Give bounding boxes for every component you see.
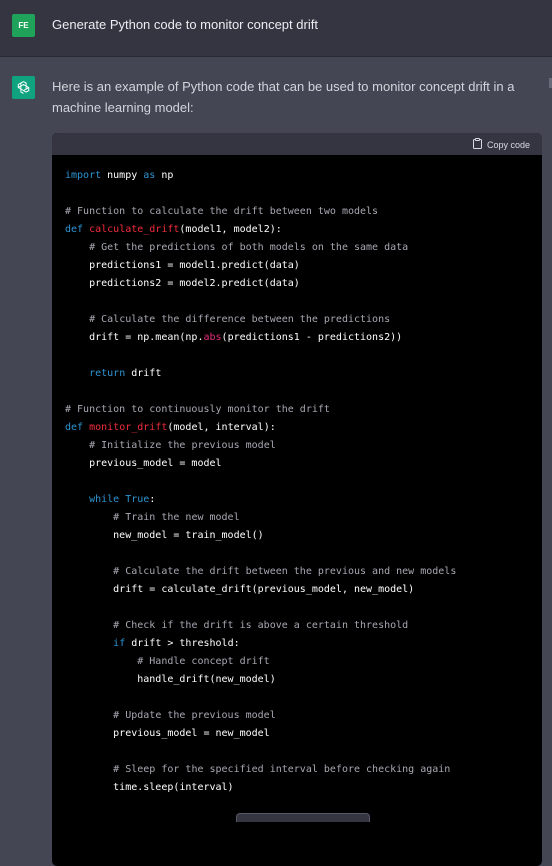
code-token: while — [89, 494, 120, 505]
code-token: drift = np.mean(np. — [65, 332, 204, 343]
code-line: # Check if the drift is above a certain … — [65, 617, 542, 635]
code-token: if — [113, 638, 126, 649]
code-token: def — [65, 422, 84, 433]
code-token: # Function to calculate the drift betwee… — [65, 206, 379, 217]
code-token: # Update the previous model — [113, 710, 276, 721]
code-line: # Calculate the difference between the p… — [65, 311, 542, 329]
code-token: # Handle concept drift — [137, 656, 270, 667]
code-line: handle_drift(new_model) — [65, 671, 542, 689]
code-token: drift = calculate_drift(previous_model, … — [65, 584, 415, 595]
code-line: time.sleep(interval) — [65, 779, 542, 797]
code-token: numpy — [101, 170, 144, 181]
code-token: monitor_drift — [89, 422, 168, 433]
code-line: # Handle concept drift — [65, 653, 542, 671]
openai-logo-icon — [12, 76, 35, 99]
code-line: import numpy as np — [65, 167, 542, 185]
code-token: predictions2 = model2.predict(data) — [65, 278, 300, 289]
assistant-intro-text: Here is an example of Python code that c… — [52, 79, 515, 115]
code-token: # Sleep for the specified interval befor… — [113, 764, 451, 775]
code-token: previous_model = new_model — [65, 728, 270, 739]
assistant-message-row: Here is an example of Python code that c… — [0, 57, 552, 866]
copy-code-button[interactable]: Copy code — [472, 138, 530, 151]
user-message-row: FE Generate Python code to monitor conce… — [0, 0, 552, 57]
code-token: previous_model = model — [65, 458, 222, 469]
code-token: drift — [125, 368, 162, 379]
code-line: # Get the predictions of both models on … — [65, 239, 542, 257]
code-token: as — [143, 170, 156, 181]
code-line: if drift > threshold: — [65, 635, 542, 653]
code-token: (predictions1 - predictions2)) — [221, 332, 403, 343]
code-token: calculate_drift — [89, 224, 180, 235]
code-token: # Calculate the drift between the previo… — [113, 566, 457, 577]
code-token: # Initialize the previous model — [89, 440, 276, 451]
code-line: predictions1 = model1.predict(data) — [65, 257, 542, 275]
code-line: # Train the new model — [65, 509, 542, 527]
code-token: predictions1 = model1.predict(data) — [65, 260, 300, 271]
code-token: : — [149, 494, 156, 505]
code-token: handle_drift(new_model) — [65, 674, 276, 685]
code-line: drift = calculate_drift(previous_model, … — [65, 581, 542, 599]
code-line: # Update the previous model — [65, 707, 542, 725]
code-block: Copy code import numpy as np # Function t… — [52, 133, 542, 866]
code-token: # Train the new model — [113, 512, 240, 523]
regenerate-button-stub[interactable] — [236, 813, 370, 822]
code-token: return — [89, 368, 126, 379]
code-token: True — [125, 494, 150, 505]
code-token: abs — [203, 332, 222, 343]
code-token: time.sleep(interval) — [65, 782, 234, 793]
code-line: predictions2 = model2.predict(data) — [65, 275, 542, 293]
code-line: new_model = train_model() — [65, 527, 542, 545]
code-line: previous_model = new_model — [65, 725, 542, 743]
code-token: np — [155, 170, 174, 181]
code-token: # Function to continuously monitor the d… — [65, 404, 330, 415]
code-content: import numpy as np # Function to calculat… — [52, 155, 542, 797]
code-token: # Check if the drift is above a certain … — [113, 620, 409, 631]
clipboard-icon — [472, 138, 482, 151]
code-token: # Calculate the difference between the p… — [89, 314, 391, 325]
code-token: import — [65, 170, 102, 181]
code-line: # Initialize the previous model — [65, 437, 542, 455]
code-line: # Function to calculate the drift betwee… — [65, 203, 542, 221]
code-token: # Get the predictions of both models on … — [89, 242, 409, 253]
code-token: (model, interval): — [167, 422, 276, 433]
code-line: while True: — [65, 491, 542, 509]
code-line: # Calculate the drift between the previo… — [65, 563, 542, 581]
code-line: previous_model = model — [65, 455, 542, 473]
code-token: def — [65, 224, 84, 235]
code-block-header: Copy code — [52, 133, 542, 155]
code-token: drift > threshold: — [125, 638, 240, 649]
code-line: def monitor_drift(model, interval): — [65, 419, 542, 437]
user-prompt-text: Generate Python code to monitor concept … — [52, 17, 318, 32]
code-line: # Function to continuously monitor the d… — [65, 401, 542, 419]
code-line: return drift — [65, 365, 542, 383]
copy-code-label: Copy code — [486, 139, 530, 150]
code-token: (model1, model2): — [179, 224, 282, 235]
code-line: # Sleep for the specified interval befor… — [65, 761, 542, 779]
code-token: new_model = train_model() — [65, 530, 264, 541]
user-avatar: FE — [12, 14, 35, 37]
code-line: drift = np.mean(np.abs(predictions1 - pr… — [65, 329, 542, 347]
code-line: def calculate_drift(model1, model2): — [65, 221, 542, 239]
